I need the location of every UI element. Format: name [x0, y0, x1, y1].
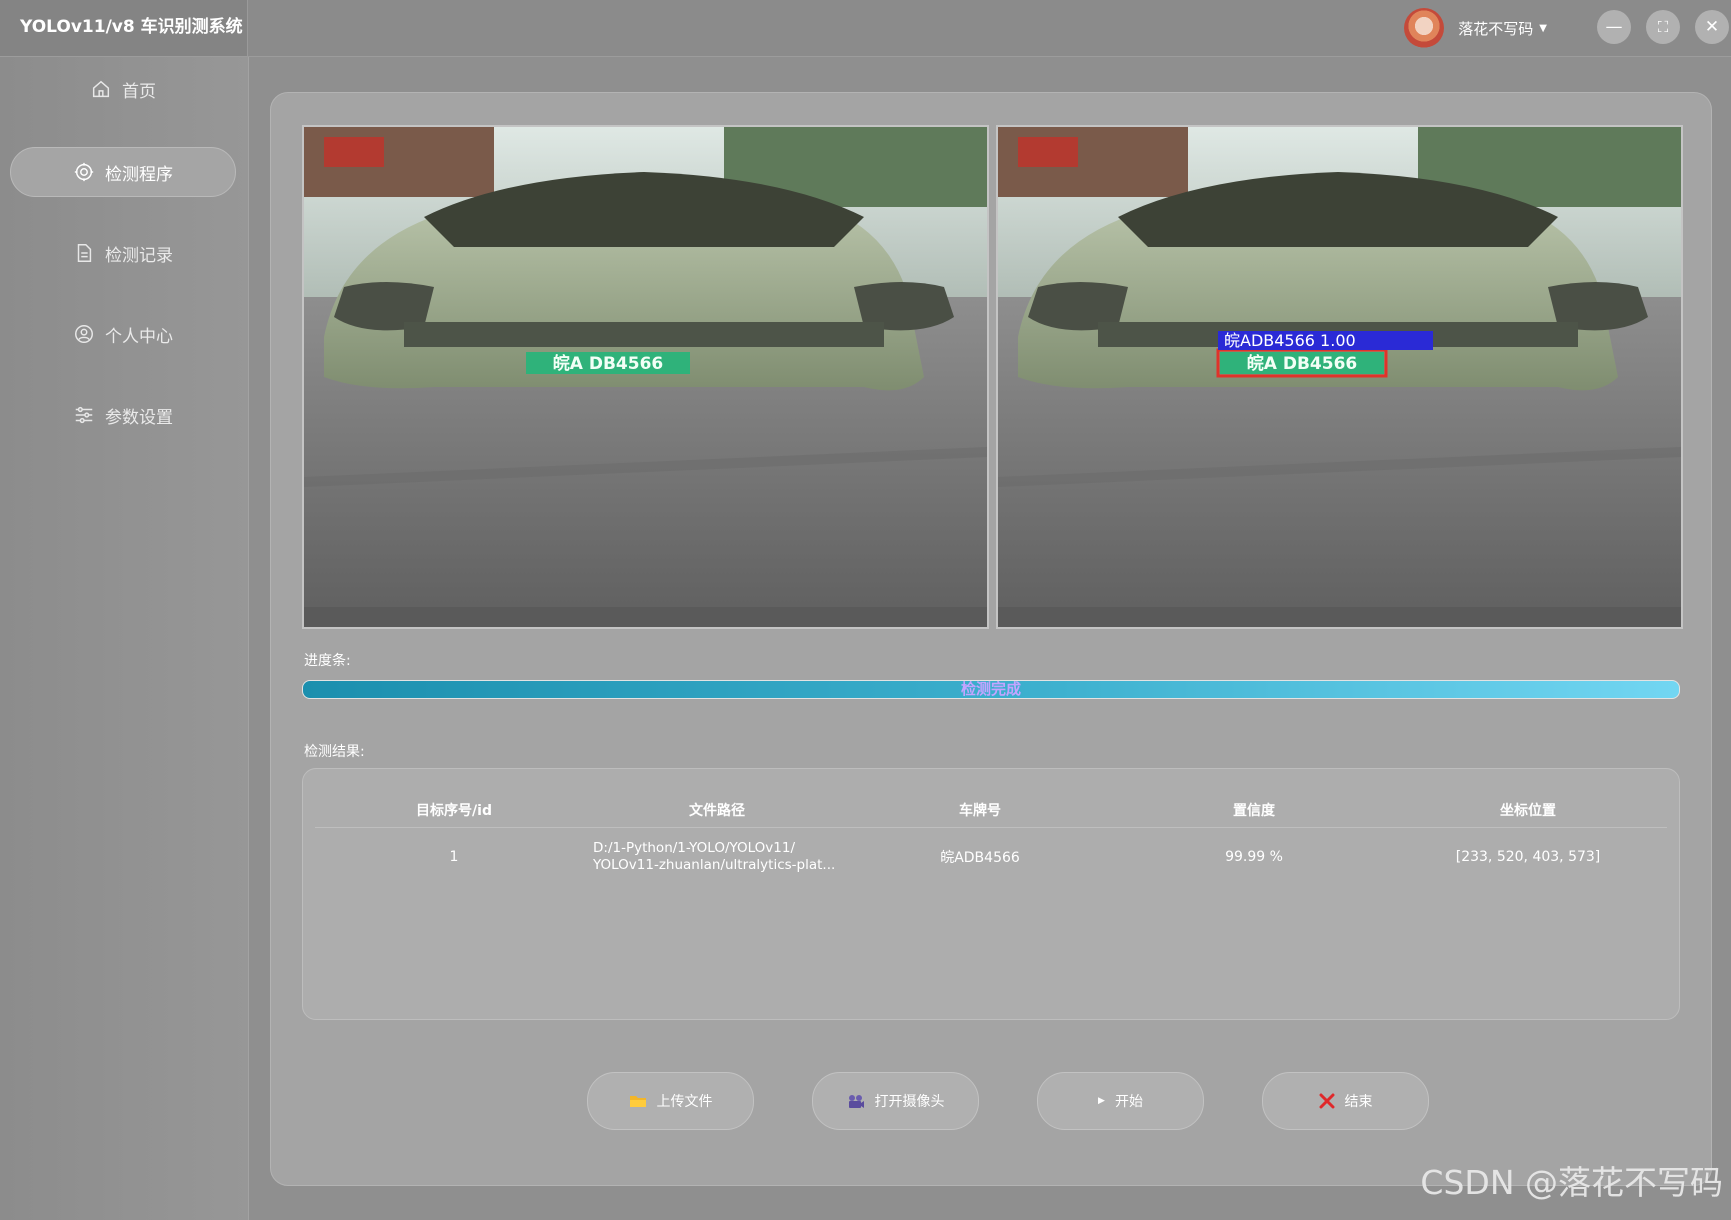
home-icon: [92, 80, 110, 98]
cell-plate: 皖ADB4566: [940, 850, 1020, 866]
detection-label: 皖ADB4566 1.00: [1224, 331, 1356, 350]
sidebar-item-profile[interactable]: 个人中心: [10, 309, 236, 359]
app-title: YOLOv11/v8 车识别测系统: [0, 0, 248, 56]
source-image: 皖A DB4566: [302, 125, 989, 629]
results-table: 目标序号/id 文件路径 车牌号 置信度 坐标位置 1 D:/1-Python/…: [302, 768, 1680, 1020]
progress-bar: 检测完成: [302, 680, 1680, 699]
progress-status: 检测完成: [960, 680, 1021, 698]
title-bar: YOLOv11/v8 车识别测系统 落花不写码 ▼ — ⛶ ✕: [0, 0, 1731, 57]
column-header[interactable]: 目标序号/id: [315, 793, 593, 827]
column-header[interactable]: 置信度: [1119, 793, 1389, 827]
chevron-down-icon[interactable]: ▼: [1539, 23, 1547, 34]
results-label: 检测结果:: [304, 744, 365, 760]
stop-button[interactable]: 结束: [1262, 1072, 1429, 1130]
upload-file-label: 上传文件: [656, 1094, 713, 1110]
cell-path-line: D:/1-Python/1-YOLO/YOLOv11/: [593, 840, 796, 856]
sidebar-item-label: 个人中心: [105, 326, 173, 347]
start-button[interactable]: ▶ 开始: [1037, 1072, 1204, 1130]
cell-path-line: YOLOv11-zhuanlan/ultralytics-plat...: [593, 857, 836, 873]
sidebar-item-label: 检测记录: [105, 245, 173, 266]
folder-icon: [629, 1093, 647, 1109]
progress-label: 进度条:: [304, 653, 351, 669]
close-button[interactable]: ✕: [1695, 10, 1729, 44]
column-header[interactable]: 车牌号: [841, 793, 1119, 827]
maximize-button[interactable]: ⛶: [1646, 10, 1680, 44]
plate-text-result: 皖A DB4566: [1247, 353, 1357, 374]
user-menu[interactable]: 落花不写码 ▼: [1404, 8, 1547, 48]
close-icon: [1319, 1093, 1335, 1109]
document-icon: [77, 244, 92, 262]
sidebar: 首页 检测程序 检测记录 个人中心 参数设置: [0, 57, 249, 1220]
minimize-button[interactable]: —: [1597, 10, 1631, 44]
table-header: 目标序号/id 文件路径 车牌号 置信度 坐标位置: [315, 793, 1667, 828]
sidebar-item-records[interactable]: 检测记录: [10, 228, 236, 278]
open-camera-label: 打开摄像头: [874, 1094, 945, 1110]
upload-file-button[interactable]: 上传文件: [587, 1072, 754, 1130]
start-label: 开始: [1114, 1094, 1143, 1110]
stop-label: 结束: [1344, 1094, 1373, 1110]
cell-id: 1: [449, 849, 459, 865]
table-row[interactable]: 1 D:/1-Python/1-YOLO/YOLOv11/ YOLOv11-zh…: [315, 837, 1667, 877]
sliders-icon: [75, 406, 93, 424]
sidebar-item-detect[interactable]: 检测程序: [10, 147, 236, 197]
detect-icon: [74, 162, 94, 182]
cell-coords: [233, 520, 403, 573]: [1455, 849, 1601, 865]
avatar[interactable]: [1404, 8, 1445, 48]
watermark: CSDN @落花不写码: [1420, 1163, 1723, 1202]
sidebar-item-label: 参数设置: [105, 407, 173, 428]
user-icon: [75, 325, 93, 343]
result-image: 皖A DB4566 皖ADB4566 1.00: [996, 125, 1683, 629]
sidebar-item-label: 首页: [122, 81, 156, 102]
column-header[interactable]: 坐标位置: [1389, 793, 1667, 827]
username: 落花不写码: [1458, 19, 1534, 38]
cell-confidence: 99.99 %: [1225, 849, 1283, 865]
camera-icon: [847, 1093, 865, 1109]
sidebar-item-home[interactable]: 首页: [10, 64, 236, 114]
open-camera-button[interactable]: 打开摄像头: [812, 1072, 979, 1130]
plate-text-source: 皖A DB4566: [553, 353, 663, 374]
sidebar-item-settings[interactable]: 参数设置: [10, 390, 236, 440]
main-panel: 皖A DB4566 皖A DB4566 皖ADB4566 1.00 进度条: 检…: [270, 92, 1712, 1186]
sidebar-item-label: 检测程序: [105, 164, 173, 185]
column-header[interactable]: 文件路径: [593, 793, 841, 827]
play-icon: ▶: [1098, 1096, 1105, 1106]
cell-path: D:/1-Python/1-YOLO/YOLOv11/ YOLOv11-zhua…: [593, 837, 841, 877]
